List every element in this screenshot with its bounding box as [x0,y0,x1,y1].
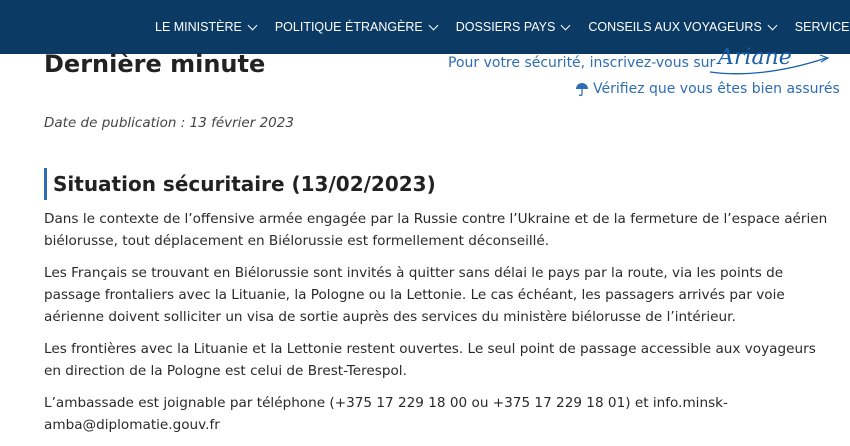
nav-item-label: CONSEILS AUX VOYAGEURS [588,20,762,34]
nav-item-label: POLITIQUE ÉTRANGÈRE [274,20,423,34]
nav-item-conseils-aux-voyageurs[interactable]: CONSEILS AUX VOYAGEURS [588,20,778,34]
paragraph: Les frontières avec la Lituanie et la Le… [44,341,816,379]
chevron-down-icon [247,20,258,30]
section-heading-text: Situation sécuritaire (13/02/2023) [53,172,436,196]
chevron-down-icon [560,20,571,30]
chevron-down-icon [428,20,439,30]
insurance-check-link[interactable]: Vérifiez que vous êtes bien assurés [575,81,840,97]
nav-item-services[interactable]: SERVICES AU [795,20,850,34]
section-body: Dans le contexte de l’offensive armée en… [44,208,834,446]
paragraph: Dans le contexte de l’offensive armée en… [44,211,828,249]
nav-item-label: SERVICES AU [794,20,850,34]
ariane-logo[interactable]: Ariane [718,45,792,70]
page-title: Dernière minute [44,50,266,78]
publication-date: Date de publication : 13 février 2023 [44,115,294,131]
umbrella-icon [576,83,588,96]
ariane-register-link[interactable]: Pour votre sécurité, inscrivez-vous sur [448,55,715,71]
chevron-down-icon [767,20,778,30]
section-heading: Situation sécuritaire (13/02/2023) [44,168,436,200]
nav-item-politique-etrangere[interactable]: POLITIQUE ÉTRANGÈRE [274,20,439,34]
nav-item-label: LE MINISTÈRE [155,20,242,34]
nav-item-label: DOSSIERS PAYS [455,20,556,34]
paragraph: L’ambassade est joignable par téléphone … [44,395,728,433]
paragraph: Les Français se trouvant en Biélorussie … [44,265,785,325]
nav-item-le-ministere[interactable]: LE MINISTÈRE [155,20,258,34]
nav-item-dossiers-pays[interactable]: DOSSIERS PAYS [455,20,571,34]
insurance-link-label: Vérifiez que vous êtes bien assurés [593,81,840,97]
